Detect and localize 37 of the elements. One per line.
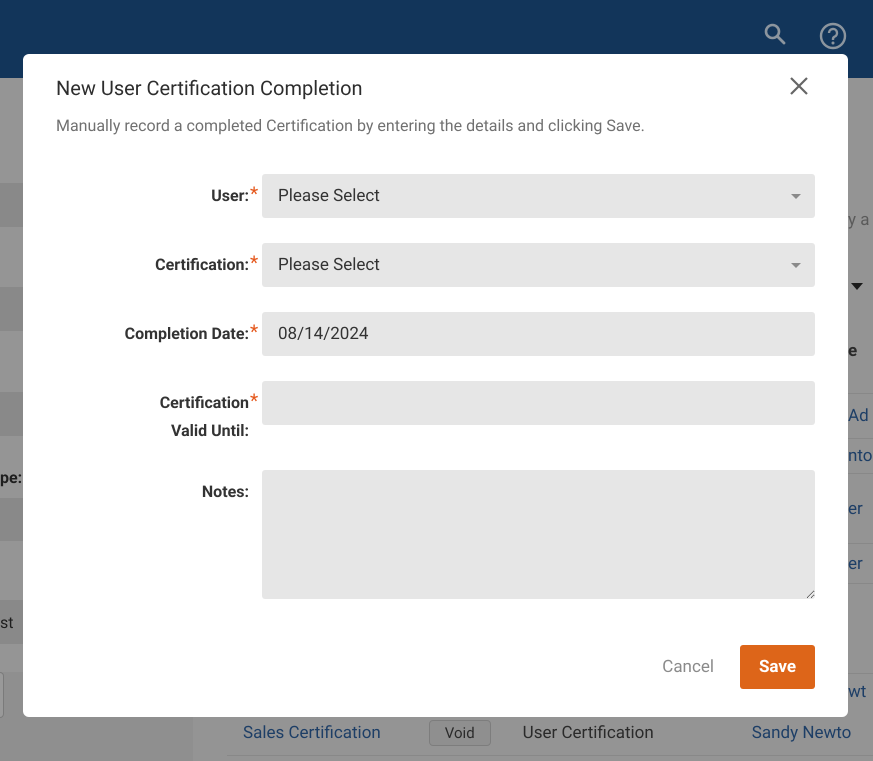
user-link[interactable]: Sandy Newto — [752, 723, 852, 743]
description-text: y a — [848, 210, 870, 230]
notes-field[interactable] — [262, 470, 815, 599]
close-icon[interactable] — [790, 77, 808, 95]
certification-link[interactable]: Sales Certification — [243, 723, 381, 743]
form-label: pe: — [0, 468, 22, 487]
user-link[interactable]: er — [848, 554, 863, 574]
input-field[interactable] — [262, 381, 815, 425]
user-link[interactable]: nto — [848, 446, 872, 466]
required-mark: * — [250, 324, 260, 340]
field-label: Notes: — [202, 481, 249, 503]
field-label: Certification Valid Until: — [158, 392, 249, 442]
field-label: Completion Date: — [124, 323, 249, 345]
dialog-title: New User Certification Completion — [56, 76, 363, 100]
search-icon[interactable] — [763, 22, 787, 46]
dropdown-caret-icon — [791, 262, 801, 268]
dialog-subtitle: Manually record a completed Certification by entering the details and clicking Save. — [56, 116, 645, 135]
field-label: User: — [211, 185, 249, 207]
user-link[interactable]: er — [848, 498, 863, 518]
field-label: Certification: — [155, 254, 249, 276]
table-cell: User Certification — [522, 723, 654, 743]
user-link[interactable]: wt — [848, 682, 866, 702]
required-mark: * — [250, 186, 260, 202]
required-mark: * — [250, 393, 260, 409]
description-text: st — [0, 612, 14, 632]
cancel-button[interactable]: Cancel — [662, 657, 714, 677]
dropdown-caret-icon — [851, 282, 863, 290]
select-field[interactable]: Please Select — [262, 243, 815, 287]
select-field[interactable]: Please Select — [262, 174, 815, 218]
save-button[interactable]: Save — [740, 645, 815, 689]
void-button[interactable]: Void — [428, 720, 491, 746]
required-mark: * — [250, 255, 260, 271]
dropdown-caret-icon — [791, 194, 801, 198]
input-field[interactable]: 08/14/2024 — [262, 312, 815, 356]
help-icon[interactable] — [819, 22, 847, 50]
user-link[interactable]: Ad — [848, 406, 869, 426]
column-header: e — [848, 340, 858, 360]
